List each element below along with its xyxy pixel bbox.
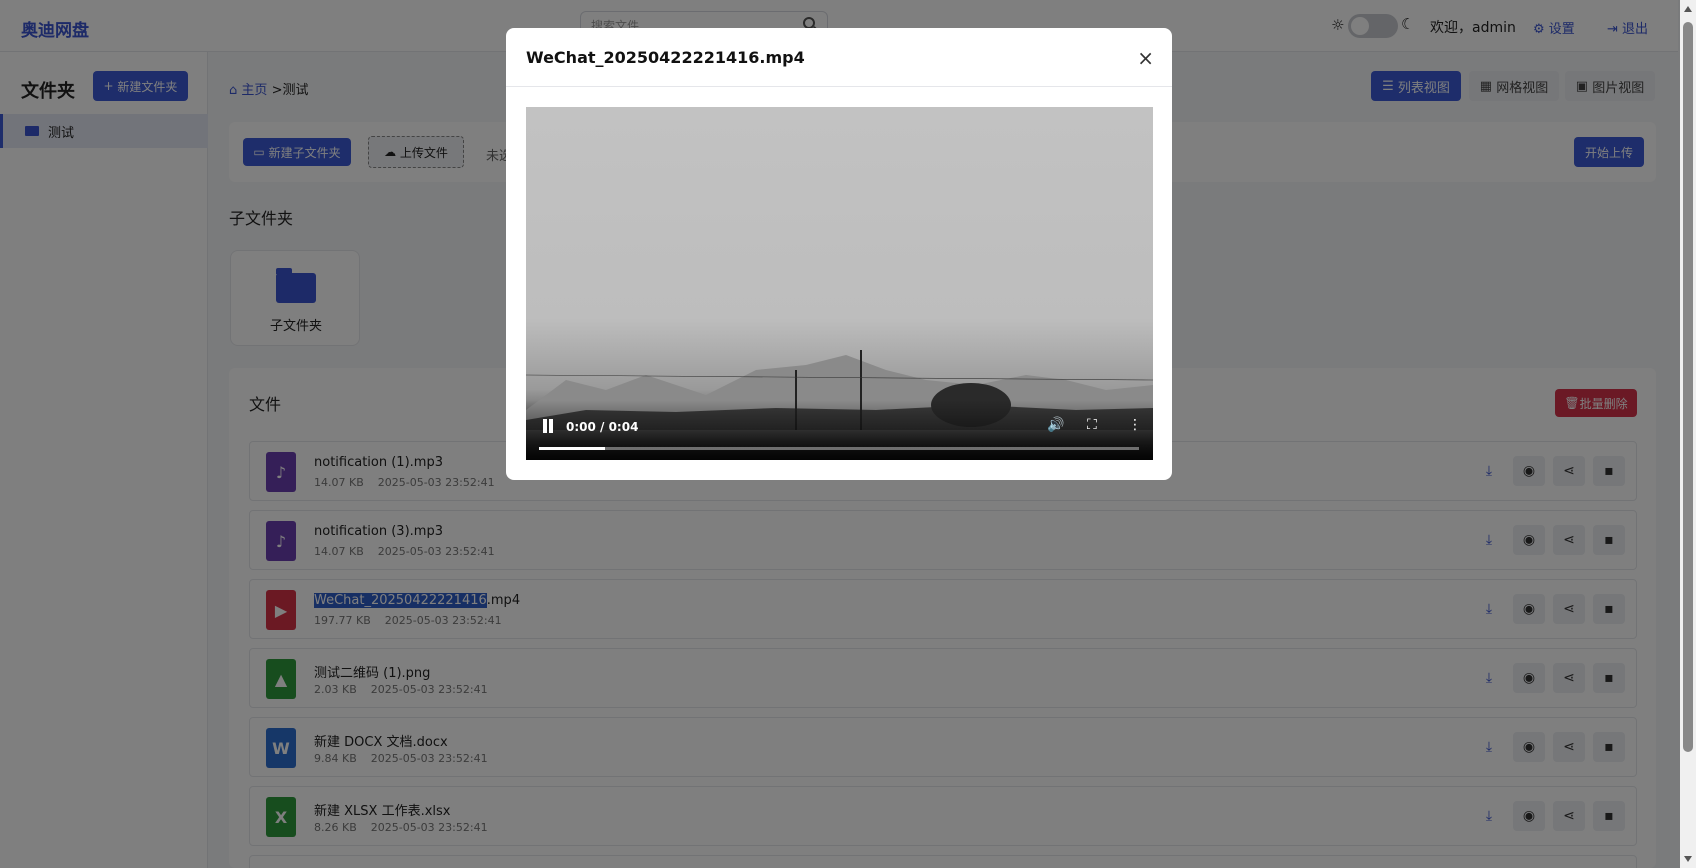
video-time: 0:00 / 0:04 (566, 420, 639, 434)
page-scrollbar[interactable] (1680, 0, 1696, 868)
scroll-up-icon[interactable] (1684, 6, 1692, 12)
video-progress-bar[interactable] (539, 447, 1139, 450)
modal-divider (506, 86, 1172, 87)
volume-icon[interactable]: 🔊 (1047, 417, 1064, 433)
video-player[interactable]: 0:00 / 0:04 🔊 ⛶ ⋮ (526, 107, 1153, 460)
scroll-thumb[interactable] (1683, 22, 1693, 752)
pause-icon[interactable] (542, 419, 554, 433)
more-options-icon[interactable]: ⋮ (1128, 417, 1142, 433)
fullscreen-icon[interactable]: ⛶ (1087, 417, 1097, 433)
video-controls: 0:00 / 0:04 🔊 ⛶ ⋮ (526, 400, 1153, 460)
scroll-down-icon[interactable] (1684, 856, 1692, 862)
video-progress-fill (539, 447, 605, 450)
video-preview-modal: WeChat_20250422221416.mp4 × 0:00 / 0:04 … (506, 28, 1172, 480)
modal-title: WeChat_20250422221416.mp4 (526, 48, 805, 67)
close-icon[interactable]: × (1137, 46, 1154, 70)
